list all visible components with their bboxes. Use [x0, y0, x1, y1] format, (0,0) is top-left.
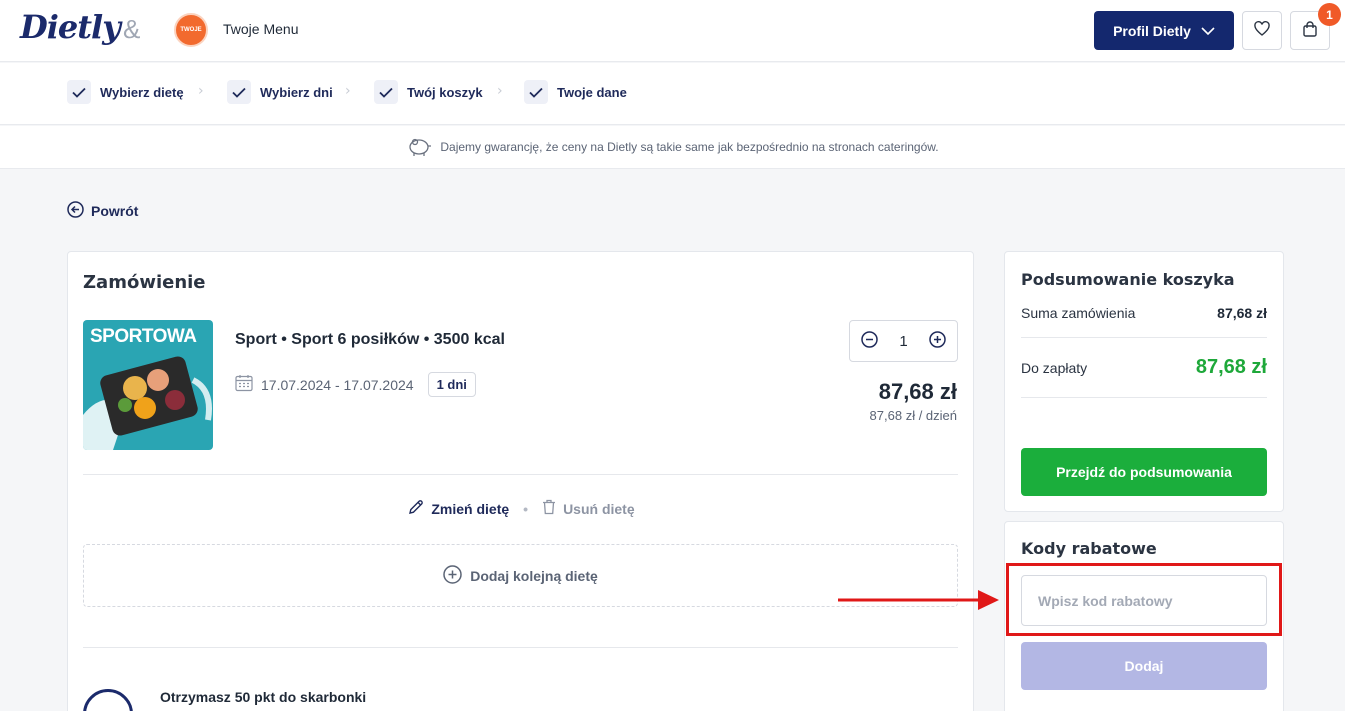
check-icon: [67, 80, 91, 104]
go-to-summary-button[interactable]: Przejdź do podsumowania: [1021, 448, 1267, 496]
quantity-value: 1: [899, 332, 908, 350]
plus-circle-icon[interactable]: [929, 330, 946, 352]
checkout-steps: Wybierz dietę › Wybierz dni › Twój koszy…: [0, 63, 1345, 125]
diet-price-per-day: 87,68 zł / dzień: [869, 408, 957, 423]
to-pay-value: 87,68 zł: [1195, 356, 1267, 378]
profile-button-label: Profil Dietly: [1113, 22, 1191, 39]
top-header: Dietly & TWOJE Menu Twoje Menu Profil Di…: [0, 0, 1345, 63]
check-icon: [374, 80, 398, 104]
back-link[interactable]: Powrót: [67, 201, 138, 221]
divider: [1021, 337, 1267, 338]
add-diet-label: Dodaj kolejną dietę: [470, 567, 598, 584]
remove-diet-label: Usuń dietę: [563, 500, 635, 517]
date-range-text: 17.07.2024 - 17.07.2024: [261, 376, 414, 393]
diet-image: SPORTOWA: [83, 320, 213, 450]
points-text: Otrzymasz 50 pkt do skarbonki: [160, 689, 367, 705]
pencil-icon: [408, 499, 424, 518]
order-total-row: Suma zamówienia 87,68 zł: [1021, 305, 1267, 321]
chevron-right-icon: ›: [345, 83, 351, 99]
divider: [1021, 397, 1267, 398]
diet-name: Sport • Sport 6 posiłków • 3500 kcal: [235, 331, 505, 348]
order-total-value: 87,68 zł: [1217, 305, 1267, 321]
step-twoj-koszyk[interactable]: Twój koszyk: [374, 79, 483, 105]
edit-diet-label: Zmień dietę: [431, 500, 510, 517]
highlight-box: [1006, 563, 1282, 636]
apply-discount-button[interactable]: Dodaj: [1021, 642, 1267, 690]
arrow-right-icon: [838, 590, 999, 610]
profile-dietly-button[interactable]: Profil Dietly: [1094, 11, 1234, 50]
order-card: Zamówienie SPORTOWA Sport • Sport 6 posi…: [67, 251, 974, 711]
remove-diet-button[interactable]: Usuń dietę: [542, 499, 635, 518]
piggy-points-icon: [83, 689, 133, 711]
diet-actions: Zmień dietę • Usuń dietę: [68, 499, 975, 518]
chevron-right-icon: ›: [497, 83, 503, 99]
chevron-down-icon: [1201, 23, 1215, 39]
ampersand: &: [123, 14, 141, 44]
order-title: Zamówienie: [83, 272, 206, 293]
check-icon: [227, 80, 251, 104]
back-label: Powrót: [91, 203, 139, 219]
plus-circle-icon: [443, 564, 462, 587]
piggy-bank-icon: [406, 135, 432, 160]
step-label: Twoje dane: [557, 84, 627, 100]
trash-icon: [542, 499, 556, 518]
step-twoje-dane[interactable]: Twoje dane: [524, 79, 627, 105]
add-another-diet-button[interactable]: Dodaj kolejną dietę: [83, 544, 958, 607]
divider: [83, 647, 958, 648]
check-icon: [524, 80, 548, 104]
partner-name[interactable]: Twoje Menu: [223, 21, 298, 37]
partner-logo[interactable]: TWOJE Menu: [174, 13, 208, 63]
edit-diet-button[interactable]: Zmień dietę: [408, 499, 509, 518]
minus-circle-icon[interactable]: [861, 330, 878, 352]
arrow-left-circle-icon: [67, 201, 84, 221]
guarantee-text: Dajemy gwarancję, że ceny na Dietly są t…: [440, 140, 939, 154]
step-wybierz-diete[interactable]: Wybierz dietę: [67, 79, 184, 105]
to-pay-label: Do zapłaty: [1021, 359, 1088, 376]
diet-date-range: 17.07.2024 - 17.07.2024 1 dni: [235, 372, 476, 397]
separator-dot: •: [523, 500, 529, 517]
price-guarantee-bar: Dajemy gwarancję, że ceny na Dietly są t…: [0, 126, 1345, 169]
step-label: Twój koszyk: [407, 84, 483, 100]
order-total-label: Suma zamówienia: [1021, 305, 1136, 321]
to-pay-row: Do zapłaty 87,68 zł: [1021, 356, 1267, 379]
step-wybierz-dni[interactable]: Wybierz dni: [227, 79, 333, 105]
divider: [83, 474, 958, 475]
days-badge: 1 dni: [427, 372, 476, 397]
shopping-bag-icon: [1303, 20, 1317, 41]
chevron-right-icon: ›: [198, 83, 204, 99]
step-label: Wybierz dietę: [100, 84, 184, 100]
discount-title: Kody rabatowe: [1021, 539, 1157, 558]
cart-count-badge: 1: [1318, 3, 1341, 26]
cart-summary-card: Podsumowanie koszyka Suma zamówienia 87,…: [1004, 251, 1284, 512]
favorites-button[interactable]: [1242, 11, 1282, 50]
step-label: Wybierz dni: [260, 84, 333, 100]
calendar-icon: [235, 374, 253, 395]
heart-icon: [1254, 21, 1270, 40]
diet-price: 87,68 zł: [878, 379, 957, 404]
dietly-logo[interactable]: Dietly: [20, 8, 121, 46]
summary-title: Podsumowanie koszyka: [1021, 270, 1235, 289]
quantity-stepper: 1: [849, 320, 958, 362]
